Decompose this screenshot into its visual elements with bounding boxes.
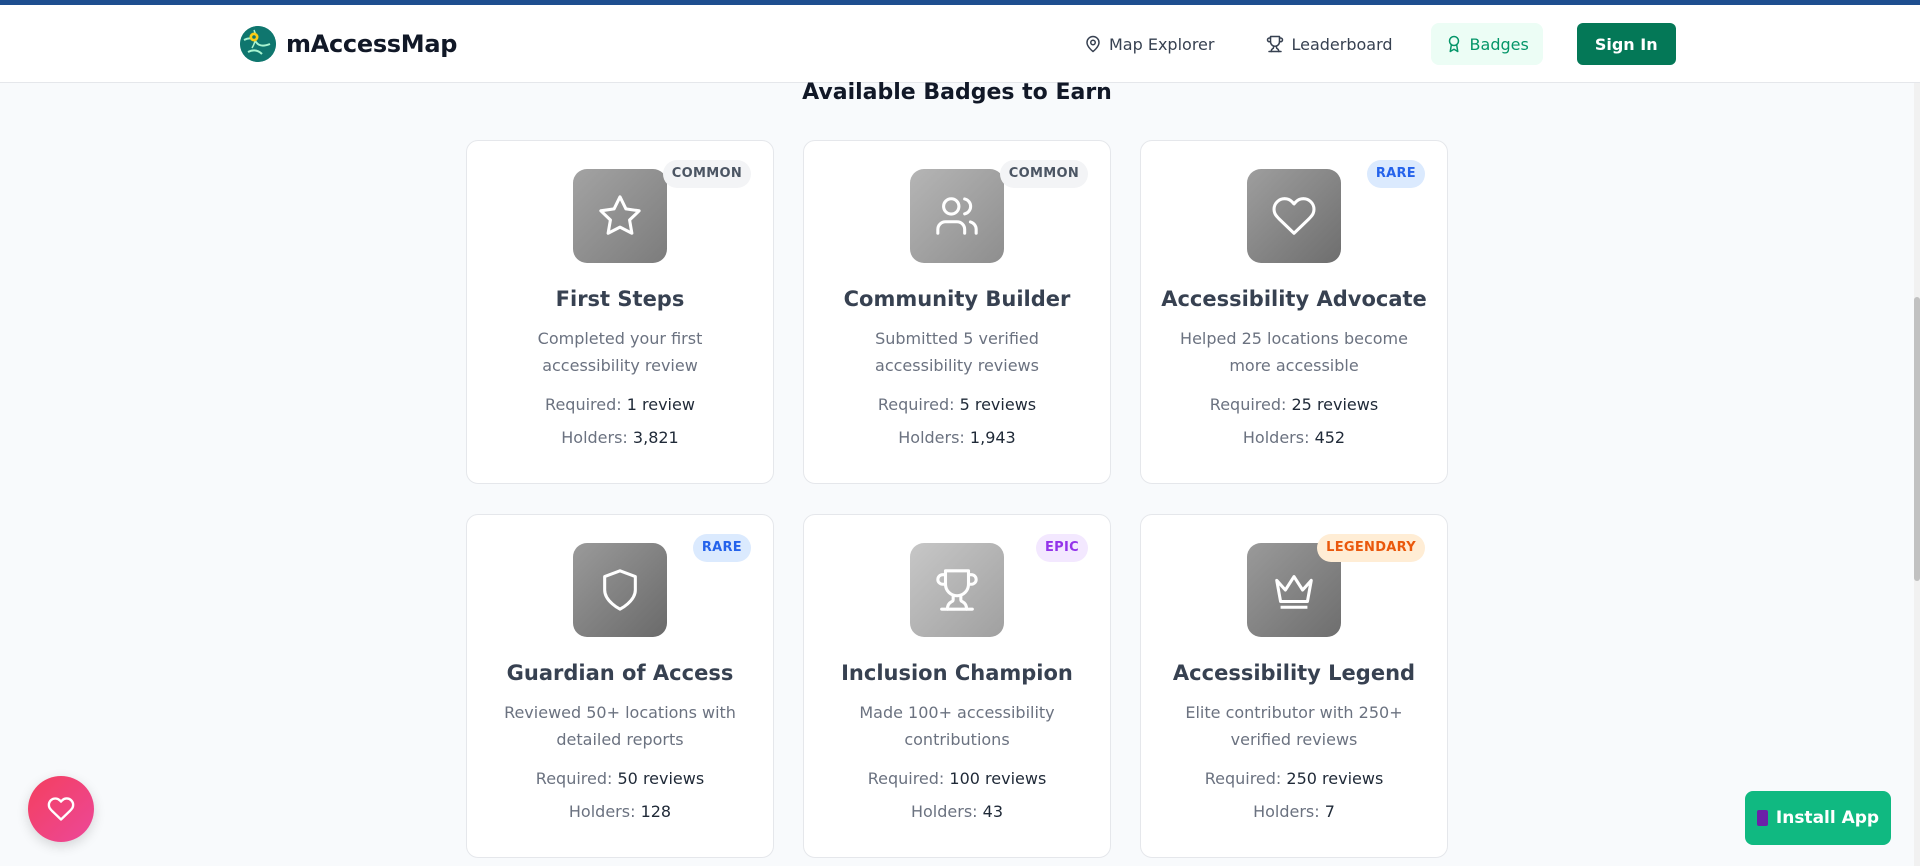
required-label: Required: (545, 395, 622, 414)
users-icon (910, 169, 1004, 263)
badge-description: Completed your first accessibility revie… (537, 329, 703, 375)
main-nav: Map Explorer Leaderboard Badges Sign In (1070, 22, 1676, 66)
rarity-badge: RARE (1366, 160, 1425, 188)
required-value: 1 review (626, 395, 695, 414)
required-value: 100 reviews (949, 769, 1047, 788)
nav-badges[interactable]: Badges (1430, 23, 1543, 65)
favorite-fab-button[interactable] (28, 776, 94, 842)
heart-icon (47, 797, 75, 821)
badge-holders: Holders: 3,821 (467, 428, 773, 448)
badge-description: Helped 25 locations become more accessib… (1180, 329, 1408, 375)
badge-name: Guardian of Access (506, 661, 734, 685)
badge-card-accessibility-legend[interactable]: LEGENDARY Accessibility Legend Elite con… (1140, 514, 1448, 858)
badge-grid: COMMON First Steps Completed your first … (466, 140, 1448, 858)
brand[interactable]: mAccessMap (240, 25, 457, 63)
badge-holders: Holders: 1,943 (804, 428, 1110, 448)
trophy-icon (1267, 35, 1284, 53)
holders-value: 452 (1314, 428, 1346, 447)
badge-card-guardian-of-access[interactable]: RARE Guardian of Access Reviewed 50+ loc… (466, 514, 774, 858)
badge-card-community-builder[interactable]: COMMON Community Builder Submitted 5 ver… (803, 140, 1111, 484)
required-label: Required: (867, 769, 945, 788)
nav-label: Map Explorer (1109, 34, 1215, 54)
badge-required: Required: 100 reviews (804, 769, 1110, 789)
shield-icon (573, 543, 667, 637)
required-label: Required: (1204, 769, 1282, 788)
required-value: 50 reviews (617, 769, 705, 788)
nav-leaderboard[interactable]: Leaderboard (1252, 23, 1406, 65)
holders-label: Holders: (1242, 428, 1310, 447)
required-label: Required: (877, 395, 955, 414)
required-value: 25 reviews (1291, 395, 1379, 414)
site-header: mAccessMap Map Explorer Leaderboard Badg… (0, 5, 1920, 83)
rarity-badge: COMMON (662, 160, 751, 188)
badge-name: Community Builder (843, 287, 1071, 311)
rarity-badge: RARE (692, 534, 751, 562)
nav-label: Badges (1469, 34, 1529, 54)
holders-label: Holders: (898, 428, 965, 447)
required-value: 250 reviews (1286, 769, 1384, 788)
holders-label: Holders: (910, 802, 978, 821)
required-label: Required: (1209, 395, 1287, 414)
holders-value: 128 (640, 802, 672, 821)
holders-value: 7 (1324, 802, 1335, 821)
badge-holders: Holders: 7 (1141, 802, 1447, 822)
badge-required: Required: 50 reviews (467, 769, 773, 789)
holders-label: Holders: (561, 428, 628, 447)
trophy-icon (910, 543, 1004, 637)
brand-name: mAccessMap (286, 30, 458, 58)
badge-name: Inclusion Champion (841, 661, 1073, 685)
badge-holders: Holders: 128 (467, 802, 773, 822)
scrollbar-thumb[interactable] (1914, 297, 1920, 581)
rarity-badge: LEGENDARY (1317, 534, 1425, 562)
badge-description: Submitted 5 verified accessibility revie… (875, 329, 1039, 375)
badge-description: Made 100+ accessibility contributions (859, 703, 1055, 749)
badge-required: Required: 250 reviews (1141, 769, 1447, 789)
badge-card-inclusion-champion[interactable]: EPIC Inclusion Champion Made 100+ access… (803, 514, 1111, 858)
badge-card-first-steps[interactable]: COMMON First Steps Completed your first … (466, 140, 774, 484)
map-pin-icon (1086, 35, 1100, 53)
rarity-badge: COMMON (999, 160, 1088, 188)
badge-card-accessibility-advocate[interactable]: RARE Accessibility Advocate Helped 25 lo… (1140, 140, 1448, 484)
holders-label: Holders: (1253, 802, 1320, 821)
rarity-badge: EPIC (1036, 534, 1088, 562)
badge-description: Elite contributor with 250+ verified rev… (1185, 703, 1403, 749)
badge-required: Required: 25 reviews (1141, 395, 1447, 415)
install-app-button[interactable]: Install App (1745, 791, 1891, 845)
badge-description: Reviewed 50+ locations with detailed rep… (504, 703, 736, 749)
award-icon (1448, 35, 1459, 53)
holders-value: 3,821 (632, 428, 679, 447)
badge-holders: Holders: 43 (804, 802, 1110, 822)
badge-holders: Holders: 452 (1141, 428, 1447, 448)
holders-label: Holders: (568, 802, 636, 821)
mobile-phone-icon (1756, 810, 1768, 826)
required-label: Required: (535, 769, 613, 788)
star-icon (573, 169, 667, 263)
install-label: Install App (1775, 808, 1880, 828)
badge-name: Accessibility Legend (1172, 661, 1416, 685)
badge-name: Accessibility Advocate (1161, 287, 1427, 311)
globe-logo-icon (240, 26, 276, 62)
required-value: 5 reviews (959, 395, 1037, 414)
nav-label: Leaderboard (1291, 34, 1393, 54)
sign-in-button[interactable]: Sign In (1576, 23, 1676, 65)
section-title: Available Badges to Earn (802, 80, 1112, 105)
holders-value: 1,943 (969, 428, 1016, 447)
badge-name: First Steps (555, 287, 685, 311)
nav-map-explorer[interactable]: Map Explorer (1070, 23, 1228, 65)
badge-required: Required: 1 review (467, 395, 773, 415)
badge-required: Required: 5 reviews (804, 395, 1110, 415)
heart-icon (1247, 169, 1341, 263)
holders-value: 43 (982, 802, 1004, 821)
